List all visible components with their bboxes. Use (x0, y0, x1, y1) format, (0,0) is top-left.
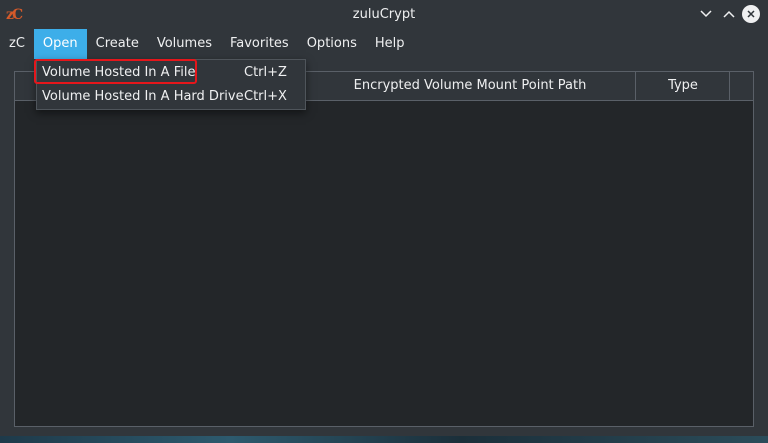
chevron-down-icon (700, 10, 712, 18)
volume-table: Encrypted Volume Mount Point Path Type (14, 71, 754, 427)
menu-help[interactable]: Help (366, 29, 414, 59)
menu-item-volume-hosted-in-hard-drive[interactable]: Volume Hosted In A Hard Drive Ctrl+X (38, 85, 305, 109)
title-bar: zC zuluCrypt (0, 0, 768, 29)
main-window: zC zuluCrypt zC Open Create Volumes Favo… (0, 0, 768, 443)
open-menu-dropdown: Volume Hosted In A File Ctrl+Z Volume Ho… (36, 59, 306, 110)
table-body[interactable] (15, 101, 753, 426)
menu-item-label: Volume Hosted In A Hard Drive (42, 89, 244, 104)
menu-item-label: Volume Hosted In A File (42, 65, 196, 80)
menu-item-shortcut: Ctrl+Z (244, 65, 287, 80)
column-header-type[interactable]: Type (635, 72, 730, 100)
window-title: zuluCrypt (352, 7, 416, 22)
menu-open[interactable]: Open (33, 29, 87, 59)
desktop-background-strip (0, 436, 768, 443)
maximize-button[interactable] (720, 5, 738, 23)
column-header-spacer (729, 72, 754, 100)
menu-options[interactable]: Options (298, 29, 366, 59)
menu-create[interactable]: Create (87, 29, 148, 59)
menu-item-volume-hosted-in-file[interactable]: Volume Hosted In A File Ctrl+Z (38, 61, 305, 85)
menu-zc[interactable]: zC (0, 29, 34, 59)
close-button[interactable] (742, 5, 760, 23)
chevron-up-icon (723, 10, 735, 18)
column-header-mount-point[interactable]: Encrypted Volume Mount Point Path (305, 72, 635, 100)
menu-item-shortcut: Ctrl+X (244, 89, 287, 104)
minimize-button[interactable] (697, 5, 715, 23)
close-button-circle (742, 5, 760, 23)
menu-volumes[interactable]: Volumes (148, 29, 221, 59)
menu-favorites[interactable]: Favorites (221, 29, 298, 59)
menu-bar: zC Open Create Volumes Favorites Options… (0, 29, 768, 59)
close-icon (747, 10, 755, 18)
